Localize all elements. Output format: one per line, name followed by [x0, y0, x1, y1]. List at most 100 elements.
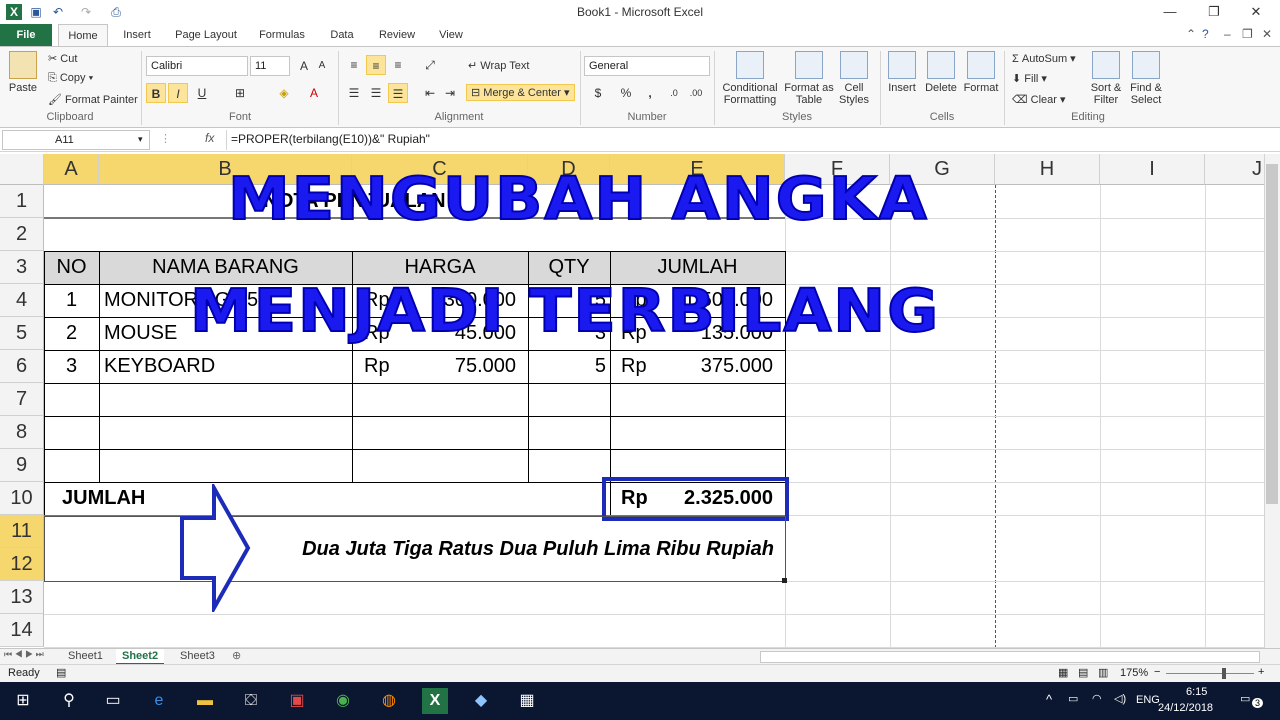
row-header-13[interactable]: 13 — [0, 581, 44, 614]
row-header-4[interactable]: 4 — [0, 284, 44, 317]
tab-insert[interactable]: Insert — [114, 24, 160, 46]
zoom-level[interactable]: 175% — [1120, 667, 1148, 679]
paste-button[interactable]: Paste — [4, 51, 42, 94]
item-rp[interactable]: Rp — [364, 350, 404, 383]
windows-start-icon[interactable]: ⊞ — [10, 688, 36, 714]
tab-page-layout[interactable]: Page Layout — [168, 24, 244, 46]
ribbon-collapse-icon[interactable]: ⌃ — [1186, 27, 1196, 41]
battery-icon[interactable]: ▭ — [1068, 692, 1078, 705]
zoom-slider[interactable] — [1166, 673, 1254, 674]
row-header-7[interactable]: 7 — [0, 383, 44, 416]
item-no[interactable]: 2 — [44, 317, 99, 350]
increase-decimal-icon[interactable]: .0 — [664, 83, 684, 103]
clear-button[interactable]: ⌫ Clear ▾ — [1012, 93, 1066, 106]
clock-time[interactable]: 6:15 — [1186, 686, 1207, 698]
sheet-nav-icon[interactable]: ⏮ ◀ ▶ ⏭ — [4, 649, 44, 660]
zoom-slider-thumb[interactable] — [1222, 668, 1226, 679]
column-header-a[interactable]: A — [44, 154, 99, 185]
align-right-icon[interactable]: ☰ — [388, 83, 408, 103]
find-select-button[interactable]: Find & Select — [1126, 51, 1166, 106]
restore-button[interactable]: ❐ — [1200, 2, 1228, 22]
fill-button[interactable]: ⬇ Fill ▾ — [1012, 72, 1047, 85]
sheet-tab-2[interactable]: Sheet2 — [116, 649, 165, 665]
row-header-3[interactable]: 3 — [0, 251, 44, 284]
wrap-text-button[interactable]: ↵ Wrap Text — [468, 59, 529, 72]
autosum-button[interactable]: Σ AutoSum ▾ — [1012, 52, 1076, 65]
help-icon[interactable]: ? — [1202, 27, 1209, 41]
number-format-select[interactable]: General — [584, 56, 710, 76]
font-size-select[interactable]: 11 — [250, 56, 290, 76]
item-nama[interactable]: KEYBOARD — [104, 350, 350, 383]
increase-indent-icon[interactable]: ⇥ — [440, 83, 460, 103]
font-name-select[interactable]: Calibri — [146, 56, 248, 76]
item-no[interactable]: 3 — [44, 350, 99, 383]
doc-close-icon[interactable]: ✕ — [1262, 27, 1272, 41]
row-header-8[interactable]: 8 — [0, 416, 44, 449]
header-no[interactable]: NO — [44, 251, 99, 284]
chrome-icon[interactable]: ◉ — [330, 688, 356, 714]
excel-taskbar-icon[interactable]: X — [422, 688, 448, 714]
row-header-14[interactable]: 14 — [0, 614, 44, 647]
row-header-6[interactable]: 6 — [0, 350, 44, 383]
file-explorer-icon[interactable]: ▬ — [192, 688, 218, 714]
name-box[interactable]: A11 — [2, 130, 150, 150]
format-as-table-button[interactable]: Format as Table — [784, 51, 834, 106]
clock-date[interactable]: 24/12/2018 — [1158, 702, 1213, 714]
zoom-in-icon[interactable]: + — [1258, 666, 1264, 678]
worksheet-grid[interactable]: A B C D E F G H I J 1 2 3 4 5 6 7 8 9 10… — [0, 154, 1280, 648]
page-break-view-icon[interactable]: ▥ — [1098, 666, 1108, 679]
borders-icon[interactable]: ⊞ — [230, 83, 250, 103]
row-header-1[interactable]: 1 — [0, 185, 44, 218]
accounting-format-icon[interactable]: $ — [588, 83, 608, 103]
search-icon[interactable]: ⚲ — [56, 688, 82, 714]
align-center-icon[interactable]: ☰ — [366, 83, 386, 103]
item-jumlah[interactable]: 375.000 — [661, 350, 773, 383]
volume-icon[interactable]: ◁) — [1114, 692, 1126, 705]
doc-minimize-icon[interactable]: – — [1224, 27, 1231, 41]
tab-file[interactable]: File — [0, 24, 52, 46]
format-cells-button[interactable]: Format — [962, 51, 1000, 94]
notification-icon[interactable]: ▭ — [1240, 692, 1250, 705]
fill-handle[interactable] — [782, 578, 787, 583]
copy-button[interactable]: ⎘ Copy ▾ — [48, 72, 93, 85]
app-icon[interactable]: ◆ — [468, 688, 494, 714]
item-rp[interactable]: Rp — [621, 350, 661, 383]
tab-data[interactable]: Data — [320, 24, 364, 46]
store-icon[interactable]: ⛋ — [238, 688, 264, 714]
formula-input[interactable]: =PROPER(terbilang(E10))&" Rupiah" — [226, 130, 1276, 150]
decrease-indent-icon[interactable]: ⇤ — [420, 83, 440, 103]
sheet-tab-3[interactable]: Sheet3 — [174, 649, 221, 665]
item-qty[interactable]: 5 — [528, 350, 606, 383]
italic-button[interactable]: I — [168, 83, 188, 103]
bottom-align-icon[interactable]: ≡ — [388, 55, 408, 75]
bold-button[interactable]: B — [146, 83, 166, 103]
insert-function-button[interactable]: fx — [205, 131, 214, 145]
close-button[interactable]: ✕ — [1242, 2, 1270, 22]
cut-button[interactable]: ✂ Cut — [48, 52, 77, 65]
task-view-icon[interactable]: ▭ — [100, 688, 126, 714]
row-header-2[interactable]: 2 — [0, 218, 44, 251]
top-align-icon[interactable]: ≡ — [344, 55, 364, 75]
new-sheet-icon[interactable]: ⊕ — [232, 649, 241, 662]
name-box-dropdown-icon[interactable]: ▾ — [138, 134, 143, 145]
underline-button[interactable]: U — [192, 83, 212, 103]
doc-restore-icon[interactable]: ❐ — [1242, 27, 1253, 41]
shrink-font-icon[interactable]: A — [312, 56, 332, 76]
font-color-icon[interactable]: A — [304, 83, 324, 103]
delete-cells-button[interactable]: Delete — [922, 51, 960, 94]
middle-align-icon[interactable]: ≡ — [366, 55, 386, 75]
tab-formulas[interactable]: Formulas — [252, 24, 312, 46]
wifi-icon[interactable]: ◠ — [1092, 692, 1102, 705]
align-left-icon[interactable]: ☰ — [344, 83, 364, 103]
tray-chevron-icon[interactable]: ^ — [1046, 692, 1052, 707]
zoom-out-icon[interactable]: − — [1154, 666, 1160, 678]
language-indicator[interactable]: ENG — [1136, 694, 1160, 706]
normal-view-icon[interactable]: ▦ — [1058, 666, 1068, 679]
calculator-icon[interactable]: ▦ — [514, 688, 540, 714]
tab-review[interactable]: Review — [372, 24, 422, 46]
select-all-corner[interactable] — [0, 154, 44, 185]
grow-font-icon[interactable]: A — [294, 56, 314, 76]
decrease-decimal-icon[interactable]: .00 — [686, 83, 706, 103]
macro-record-icon[interactable]: ▤ — [56, 666, 66, 679]
sort-filter-button[interactable]: Sort & Filter — [1086, 51, 1126, 106]
